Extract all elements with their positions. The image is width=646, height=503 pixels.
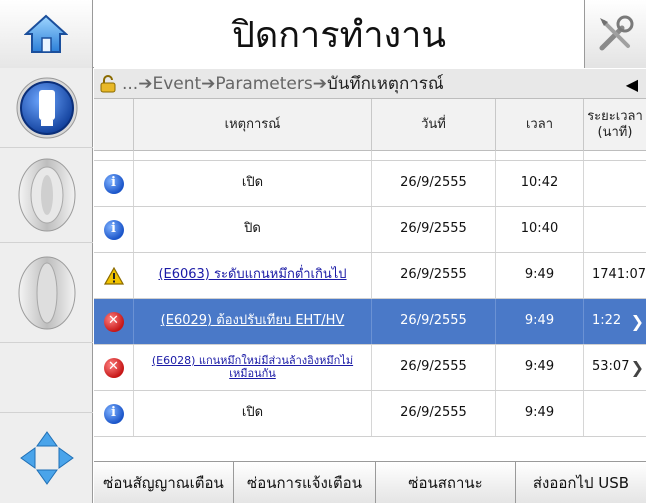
row-duration-cell: 1741:07 bbox=[592, 267, 646, 283]
chevron-right-icon[interactable]: ❯ bbox=[631, 312, 644, 331]
info-icon: i bbox=[103, 219, 124, 240]
tools-icon bbox=[599, 15, 633, 51]
row-event-cell[interactable]: (E6029) ต้องปรับเทียบ EHT/HV bbox=[134, 299, 372, 344]
row-duration-cell bbox=[584, 161, 646, 206]
hide-warnings-button[interactable]: ซ่อนการแจ้งเตือน bbox=[234, 462, 376, 503]
row-time-cell: 9:49 bbox=[496, 391, 584, 436]
tools-button[interactable] bbox=[584, 0, 646, 68]
row-icon-cell bbox=[94, 151, 134, 160]
navigation-button[interactable] bbox=[0, 413, 93, 503]
lock-icon bbox=[100, 74, 116, 92]
row-time-cell: 9:49 bbox=[496, 253, 584, 298]
row-duration-cell bbox=[584, 391, 646, 436]
breadcrumb-current: บันทึกเหตุการณ์ bbox=[326, 74, 444, 94]
table-row[interactable]: i ปิด 26/9/2555 10:40 bbox=[94, 207, 646, 253]
info-icon: i bbox=[103, 403, 124, 424]
row-event-cell[interactable]: (E6028) แกนหมึกใหม่มีส่วนล้างอิงหมึกไม่เ… bbox=[134, 345, 372, 390]
rail-knob-2[interactable] bbox=[0, 243, 93, 343]
row-date-cell: 26/9/2555 bbox=[372, 299, 496, 344]
row-date-cell: 26/9/2555 bbox=[372, 391, 496, 436]
breadcrumb-separator: ➔ bbox=[201, 73, 216, 94]
table-row[interactable]: i เปิด 26/9/2555 9:49 bbox=[94, 391, 646, 437]
table-row[interactable]: ✕ (E6028) แกนหมึกใหม่มีส่วนล้างอิงหมึกไม่… bbox=[94, 345, 646, 391]
row-icon-cell: i bbox=[94, 391, 134, 436]
row-time-cell: 10:40 bbox=[496, 207, 584, 252]
rail-empty-slot bbox=[0, 343, 93, 413]
table-row[interactable]: ✕ (E6029) ต้องปรับเทียบ EHT/HV 26/9/2555 9:… bbox=[94, 299, 646, 345]
bottom-toolbar: ซ่อนสัญญาณเตือน ซ่อนการแจ้งเตือน ซ่อนสถา… bbox=[94, 461, 646, 503]
navigation-arrows-icon bbox=[19, 431, 74, 485]
knob-icon bbox=[18, 256, 75, 329]
info-icon: i bbox=[103, 173, 124, 194]
breadcrumb-separator: ➔ bbox=[138, 73, 153, 94]
row-time-cell: 9:49 bbox=[496, 345, 584, 390]
row-icon-cell: i bbox=[94, 161, 134, 206]
rail-knob-1[interactable] bbox=[0, 148, 93, 243]
knob-icon bbox=[18, 158, 75, 232]
table-header: เหตุการณ์ วันที่ เวลา ระยะเวลา (นาที) bbox=[94, 99, 646, 151]
breadcrumb-item-event[interactable]: Event bbox=[152, 74, 201, 94]
row-date-cell: 26/9/2555 bbox=[372, 253, 496, 298]
home-icon bbox=[24, 14, 68, 53]
row-date-cell: 26/9/2555 bbox=[372, 161, 496, 206]
left-rail bbox=[0, 68, 93, 503]
row-date-cell bbox=[372, 151, 496, 160]
row-icon-cell bbox=[94, 253, 134, 298]
printer-icon bbox=[16, 77, 77, 138]
breadcrumb-ellipsis: ... bbox=[122, 73, 139, 94]
row-icon-cell: ✕ bbox=[94, 299, 134, 344]
header-event[interactable]: เหตุการณ์ bbox=[134, 99, 372, 151]
row-event-cell: เปิด bbox=[134, 391, 372, 436]
row-event-cell bbox=[134, 151, 372, 160]
event-log-table: เหตุการณ์ วันที่ เวลา ระยะเวลา (นาที) iเ… bbox=[94, 99, 646, 461]
hide-alarms-button[interactable]: ซ่อนสัญญาณเตือน bbox=[94, 462, 234, 503]
error-icon: ✕ bbox=[103, 311, 124, 332]
chevron-right-icon[interactable]: ❯ bbox=[631, 358, 644, 377]
row-date-cell: 26/9/2555 bbox=[372, 207, 496, 252]
table-row[interactable]: (E6063) ระดับแกนหมึกต่ำเกินไป 26/9/2555 9:… bbox=[94, 253, 646, 299]
page-title: ปิดการทำงาน bbox=[94, 0, 584, 68]
row-event-cell: เปิด bbox=[134, 161, 372, 206]
error-icon: ✕ bbox=[103, 357, 124, 378]
header-date[interactable]: วันที่ bbox=[372, 99, 496, 151]
table-row[interactable]: i เปิด 26/9/2555 10:42 bbox=[94, 161, 646, 207]
warning-icon bbox=[103, 266, 124, 285]
header-duration[interactable]: ระยะเวลา (นาที) bbox=[584, 99, 646, 151]
table-row-partial bbox=[94, 151, 646, 161]
row-time-cell: 10:42 bbox=[496, 161, 584, 206]
hide-status-button[interactable]: ซ่อนสถานะ bbox=[376, 462, 516, 503]
row-date-cell: 26/9/2555 bbox=[372, 345, 496, 390]
row-event-cell[interactable]: (E6063) ระดับแกนหมึกต่ำเกินไป bbox=[134, 253, 372, 298]
row-event-cell: ปิด bbox=[134, 207, 372, 252]
back-arrow-icon[interactable]: ◀ bbox=[626, 75, 638, 94]
home-button[interactable] bbox=[0, 0, 93, 68]
header-icon-column bbox=[94, 99, 134, 151]
top-bar: ปิดการทำงาน bbox=[0, 0, 646, 68]
row-icon-cell: ✕ bbox=[94, 345, 134, 390]
row-time-cell: 9:49 bbox=[496, 299, 584, 344]
breadcrumb-item-parameters[interactable]: Parameters bbox=[215, 74, 312, 94]
breadcrumb: ... ➔ Event ➔ Parameters ➔ บันทึกเหตุการ… bbox=[94, 69, 646, 99]
breadcrumb-separator: ➔ bbox=[312, 73, 327, 94]
row-duration-cell bbox=[584, 207, 646, 252]
printer-status-button[interactable] bbox=[0, 68, 93, 148]
row-time-cell bbox=[496, 151, 584, 160]
row-icon-cell: i bbox=[94, 207, 134, 252]
header-time[interactable]: เวลา bbox=[496, 99, 584, 151]
export-usb-button[interactable]: ส่งออกไป USB bbox=[516, 462, 646, 503]
